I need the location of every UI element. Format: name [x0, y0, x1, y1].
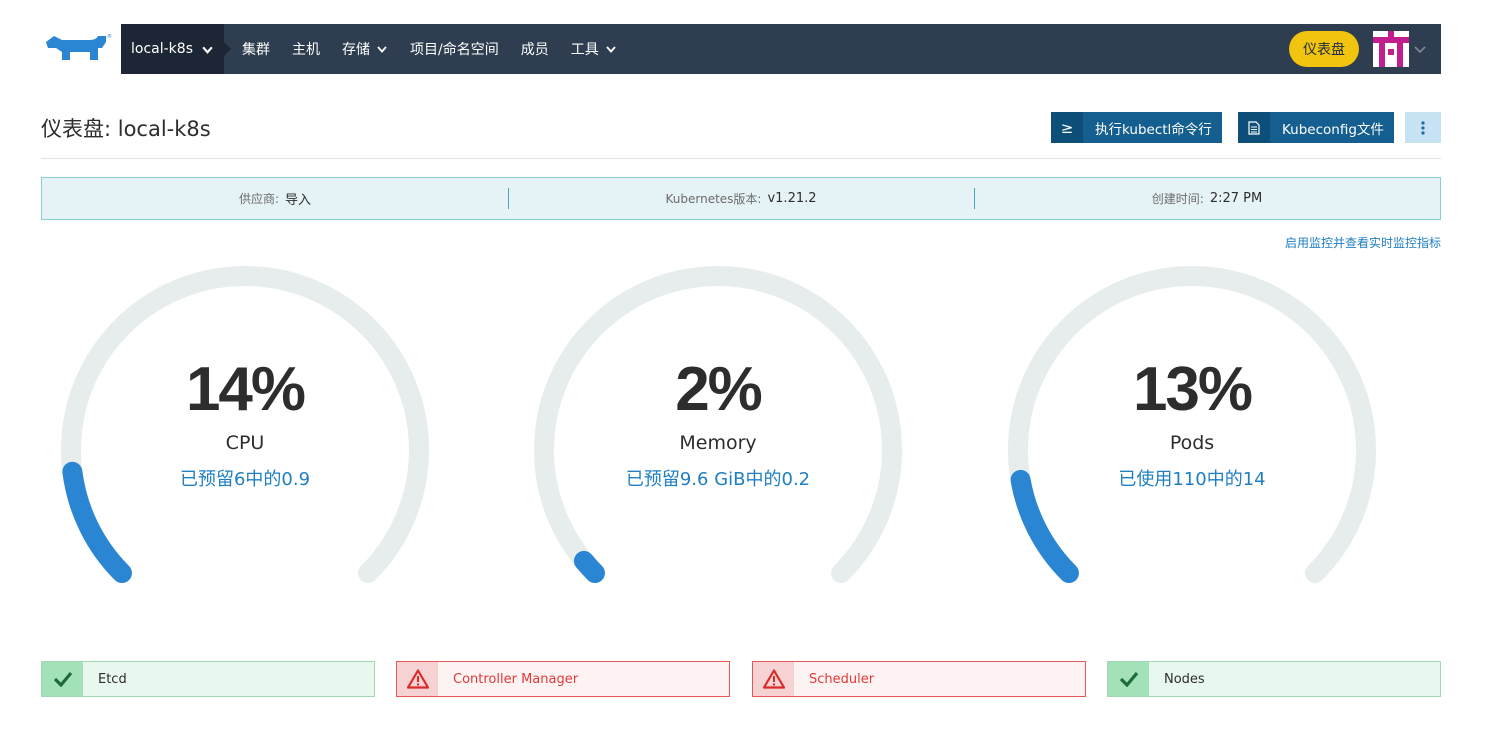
- created-time-info: 创建时间: 2:27 PM: [974, 178, 1440, 219]
- dashboard-button[interactable]: 仪表盘: [1289, 31, 1359, 67]
- kubernetes-version-info: Kubernetes版本: v1.21.2: [508, 178, 974, 219]
- chevron-down-icon: [202, 46, 213, 54]
- kebab-menu-icon: [1421, 120, 1425, 135]
- kubectl-shell-button-label: 执行kubectl命令行: [1095, 121, 1212, 138]
- kubernetes-version-value: v1.21.2: [767, 191, 817, 206]
- scheduler-status: Scheduler: [752, 661, 1086, 697]
- more-actions-button[interactable]: [1405, 112, 1441, 143]
- component-label: Nodes: [1164, 671, 1205, 687]
- cpu-gauge: 14% CPU 已预留6中的0.9: [55, 262, 435, 592]
- check-icon: [1108, 662, 1149, 696]
- nav-item-label: 存储: [341, 42, 370, 58]
- nav-item-clusters[interactable]: 集群: [231, 24, 281, 74]
- user-avatar[interactable]: [1373, 31, 1409, 67]
- svg-text:®: ®: [107, 33, 112, 40]
- component-label: Scheduler: [809, 671, 875, 687]
- gauge-title: Memory: [679, 432, 757, 454]
- kubernetes-version-label: Kubernetes版本:: [665, 192, 762, 206]
- gauge-title: Pods: [1169, 432, 1215, 454]
- dashboard-button-label: 仪表盘: [1303, 42, 1345, 58]
- chevron-down-icon: [377, 46, 387, 53]
- warning-icon: [397, 662, 438, 696]
- created-time-label: 创建时间:: [1151, 192, 1204, 206]
- check-icon: [42, 662, 83, 696]
- provider-label: 供应商:: [238, 192, 280, 206]
- memory-gauge: 2% Memory 已预留9.6 GiB中的0.2: [528, 262, 908, 592]
- cluster-info-bar: 供应商: 导入 Kubernetes版本: v1.21.2 创建时间: 2:27…: [41, 177, 1441, 220]
- memory-gauge-arc: [534, 266, 902, 584]
- kubeconfig-button-label: Kubeconfig文件: [1282, 121, 1384, 138]
- gauge-subtitle: 已使用110中的14: [1118, 469, 1266, 490]
- rancher-logo-icon[interactable]: ®: [40, 30, 112, 66]
- cpu-gauge-arc: [61, 266, 429, 584]
- page-title: 仪表盘: local-k8s: [41, 117, 211, 141]
- kubectl-shell-button[interactable]: ≥ 执行kubectl命令行: [1051, 112, 1222, 143]
- avatar-identicon-icon: [1373, 31, 1409, 67]
- created-time-value: 2:27 PM: [1209, 191, 1263, 206]
- gauge-fill: [1010, 469, 1079, 584]
- header-divider: [41, 158, 1441, 159]
- provider-value: 导入: [285, 193, 312, 208]
- enable-monitoring-link[interactable]: 启用监控并查看实时监控指标: [1285, 234, 1441, 251]
- controller-manager-status: Controller Manager: [396, 661, 730, 697]
- gauge-fill: [573, 550, 605, 584]
- chevron-down-icon: [606, 46, 616, 53]
- gauge-percent: 13%: [1132, 355, 1253, 424]
- chevron-down-icon[interactable]: [1413, 42, 1427, 56]
- cluster-switcher-label: local-k8s: [131, 41, 193, 57]
- gauge-percent: 14%: [185, 355, 306, 424]
- top-navbar: local-k8s 集群 主机 存储 项目/命名空间 成员 工具 仪表盘: [121, 24, 1441, 74]
- nav-item-tools[interactable]: 工具: [560, 24, 628, 74]
- warning-icon: [753, 662, 794, 696]
- component-label: Etcd: [98, 671, 127, 687]
- nav-item-projects-namespaces[interactable]: 项目/命名空间: [399, 24, 510, 74]
- nav-item-nodes[interactable]: 主机: [281, 24, 331, 74]
- gauge-subtitle: 已预留9.6 GiB中的0.2: [625, 469, 811, 490]
- nav-item-label: 主机: [291, 42, 320, 58]
- nav-item-label: 成员: [520, 42, 549, 58]
- cluster-switcher[interactable]: local-k8s: [121, 24, 231, 74]
- nav-item-members[interactable]: 成员: [510, 24, 560, 74]
- nav-item-label: 工具: [570, 42, 599, 58]
- gauge-subtitle: 已预留6中的0.9: [179, 469, 311, 490]
- file-icon: [1238, 112, 1270, 143]
- nav-item-storage[interactable]: 存储: [331, 24, 399, 74]
- provider-info: 供应商: 导入: [42, 178, 508, 219]
- nodes-status: Nodes: [1107, 661, 1441, 697]
- gauge-percent: 2%: [675, 355, 763, 424]
- pods-gauge: 13% Pods 已使用110中的14: [1002, 262, 1382, 592]
- gauge-title: CPU: [225, 432, 265, 454]
- nav-item-label: 集群: [241, 42, 270, 58]
- component-label: Controller Manager: [453, 671, 579, 687]
- pods-gauge-arc: [1008, 266, 1376, 584]
- etcd-status: Etcd: [41, 661, 375, 697]
- nav-item-label: 项目/命名空间: [409, 42, 499, 58]
- kubeconfig-button[interactable]: Kubeconfig文件: [1238, 112, 1394, 143]
- terminal-icon: ≥: [1051, 112, 1083, 143]
